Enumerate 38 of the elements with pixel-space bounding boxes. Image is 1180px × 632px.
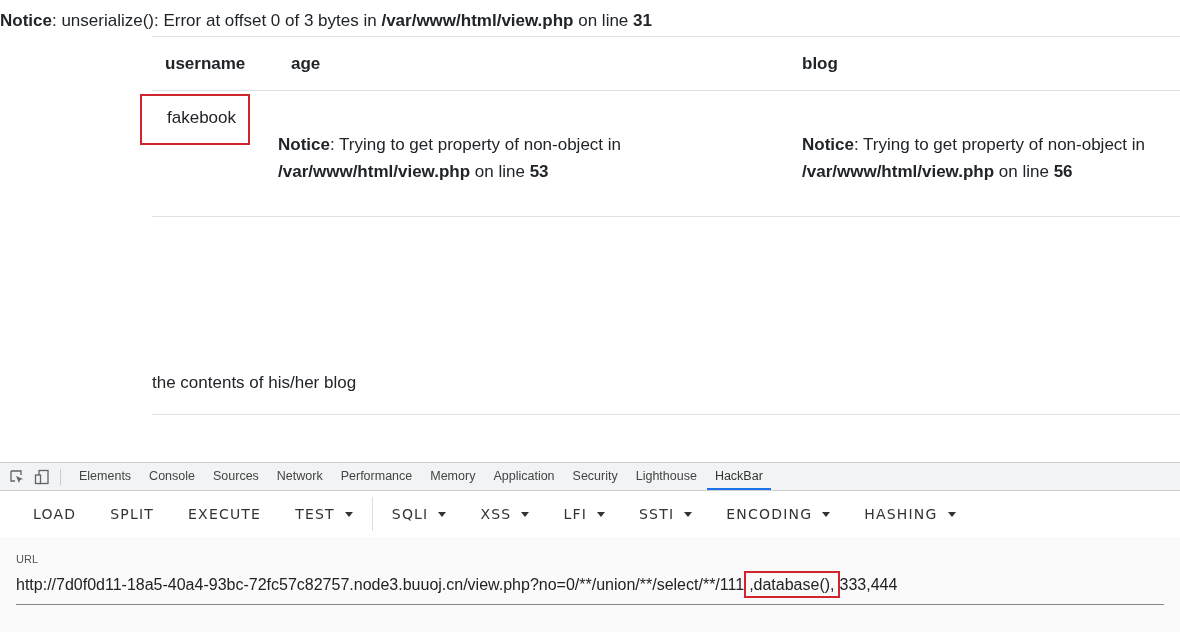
devtools-tab[interactable]: Elements: [71, 463, 140, 490]
inspect-icon[interactable]: [9, 468, 25, 485]
notice-message: Notice: Trying to get property of non-object in /var/www/html/view.php on line 53: [278, 134, 623, 183]
toolbar-button[interactable]: SQLI: [376, 496, 462, 532]
caret-icon: [822, 511, 831, 517]
toolbar-button[interactable]: SPLIT: [95, 496, 170, 532]
caret-icon: [597, 511, 605, 517]
devtools-tab[interactable]: Network: [268, 463, 331, 490]
devtools-tab[interactable]: Console: [141, 463, 203, 490]
devtools-tab[interactable]: Performance: [332, 463, 421, 490]
devtools-tab[interactable]: Lighthouse: [627, 463, 705, 490]
toolbar-button[interactable]: ENCODING: [711, 496, 846, 532]
notice-message: Notice: unserialize(): Error at offset 0 of 3 bytes in /var/www/html/view.php on line 31: [0, 10, 653, 32]
toolbar-button[interactable]: LOAD: [18, 496, 92, 532]
devtools-tab[interactable]: Application: [485, 463, 563, 490]
column-header: username: [164, 53, 247, 74]
blog-contents: the contents of his/her blog: [152, 373, 357, 393]
devtools-tab[interactable]: Sources: [205, 463, 267, 490]
toolbar-button[interactable]: LFI: [548, 496, 620, 532]
devtools-tab[interactable]: Security: [564, 463, 626, 490]
column-header: blog: [801, 53, 839, 74]
caret-icon: [344, 511, 353, 517]
toolbar-button[interactable]: XSS: [465, 496, 545, 532]
column-header: age: [290, 53, 322, 74]
toolbar-button[interactable]: EXECUTE: [173, 496, 277, 532]
toolbar-button[interactable]: HASHING: [849, 496, 971, 532]
caret-icon: [521, 511, 530, 517]
notice-message: Notice: Trying to get property of non-object in /var/www/html/view.php on line 56: [802, 134, 1147, 183]
url-label: URL: [16, 553, 39, 565]
caret-icon: [947, 511, 956, 517]
caret-icon: [684, 511, 693, 517]
table-cell: fakebook: [140, 94, 250, 145]
url-field[interactable]: http://7d0f0d11-18a5-40a4-93bc-72fc57c82757.node3.buuoj.cn/view.php?no=0/**/union/**/select/**/111 ,database(), 333,444: [16, 567, 1164, 605]
toolbar-button[interactable]: SSTI: [624, 496, 708, 532]
device-icon[interactable]: [34, 468, 50, 485]
devtools-tab[interactable]: Memory: [422, 463, 484, 490]
toolbar-button[interactable]: TEST: [280, 496, 368, 532]
caret-icon: [438, 511, 447, 517]
